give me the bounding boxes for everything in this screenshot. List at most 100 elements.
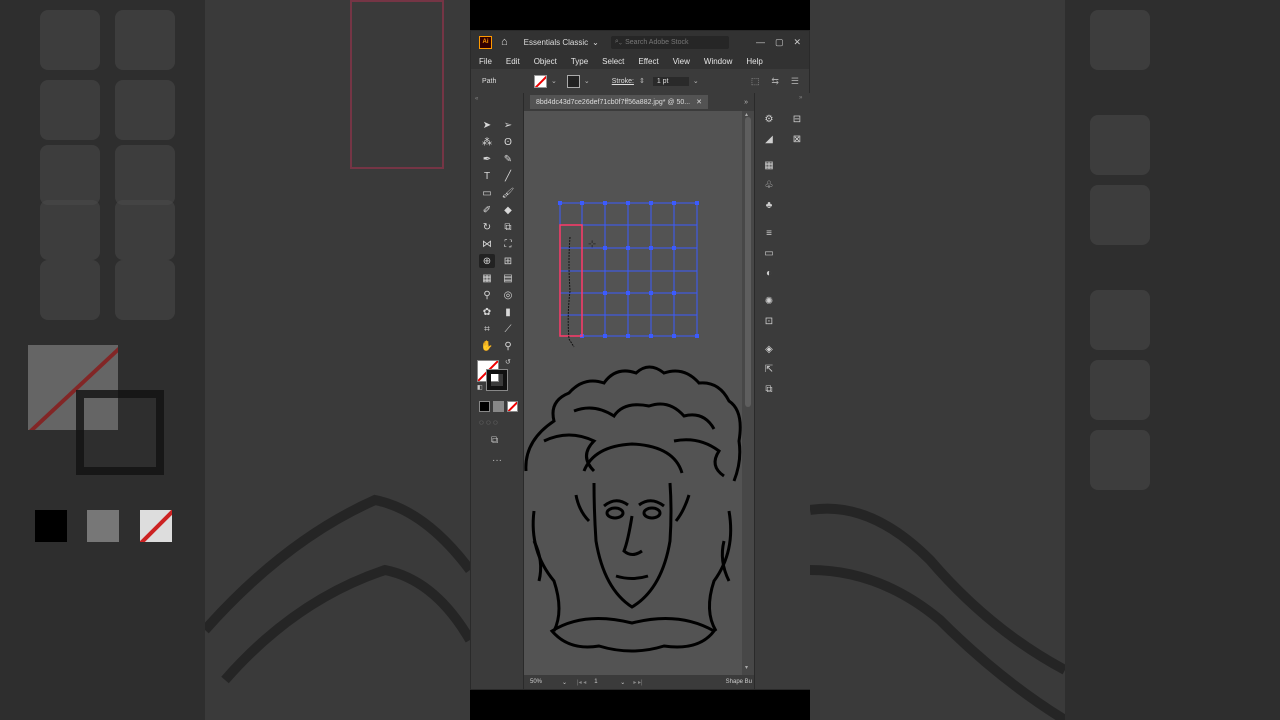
scroll-down-icon[interactable]: ▾ bbox=[745, 664, 748, 671]
menu-object[interactable]: Object bbox=[527, 57, 564, 66]
artboard-nav-last-icon[interactable]: ▸ ▸| bbox=[633, 679, 642, 686]
chevron-down-icon[interactable]: ⌄ bbox=[551, 77, 557, 85]
rectangle-tool-icon[interactable]: ▭ bbox=[479, 186, 495, 200]
minimize-icon[interactable]: — bbox=[756, 37, 765, 48]
menu-select[interactable]: Select bbox=[595, 57, 631, 66]
menu-edit[interactable]: Edit bbox=[499, 57, 527, 66]
background-icon bbox=[40, 260, 100, 320]
symbols-icon[interactable]: ♣ bbox=[762, 199, 776, 211]
shape-builder-tool-icon[interactable]: ⊕ bbox=[479, 254, 495, 268]
more-tools-icon[interactable]: ··· bbox=[492, 455, 502, 466]
transform-panel-icon[interactable]: ⊡ bbox=[762, 315, 776, 327]
tab-overflow-icon[interactable]: » bbox=[744, 99, 748, 106]
zoom-tool-icon[interactable]: ⚲ bbox=[500, 339, 516, 353]
color-mode-icon[interactable] bbox=[479, 401, 490, 412]
fill-none-swatch[interactable] bbox=[534, 74, 547, 88]
menu-view[interactable]: View bbox=[666, 57, 697, 66]
perspective-grid-tool-icon[interactable]: ⊞ bbox=[500, 254, 516, 268]
properties-icon[interactable]: ⊟ bbox=[790, 113, 804, 125]
artboards-icon[interactable]: ⧉ bbox=[762, 383, 776, 395]
app-logo: Ai bbox=[479, 35, 492, 49]
export-icon[interactable]: ⇱ bbox=[762, 363, 776, 375]
blend-tool-icon[interactable]: ◎ bbox=[500, 288, 516, 302]
panel-menu-icon[interactable]: ☰ bbox=[791, 76, 799, 87]
chevron-down-icon[interactable]: ⌄ bbox=[562, 679, 567, 686]
artboard-nav-first-icon[interactable]: |◂ ◂ bbox=[577, 679, 586, 686]
document-tab-title: 8bd4dc43d7ce26def71cb0f7ff56a882.jpg* @ … bbox=[536, 98, 691, 106]
type-tool-icon[interactable]: T bbox=[479, 169, 495, 183]
eyedropper-tool-icon[interactable]: ⚲ bbox=[479, 288, 495, 302]
stroke-label[interactable]: Stroke: bbox=[612, 78, 634, 85]
artboard-tool-icon[interactable]: ⌗ bbox=[479, 322, 495, 336]
zoom-level-field[interactable]: 50% bbox=[530, 679, 552, 685]
canvas-area[interactable]: ⊹ bbox=[524, 111, 742, 675]
title-bar: Ai ⌂ Essentials Classic ⌄ ⌕⌄ Search Adob… bbox=[471, 31, 809, 53]
color-guide-icon[interactable]: ⚙ bbox=[762, 113, 776, 125]
swatches-icon[interactable]: ▦ bbox=[762, 159, 776, 171]
shaper-tool-icon[interactable]: ✐ bbox=[479, 203, 495, 217]
magic-wand-tool-icon[interactable]: ⁂ bbox=[479, 135, 495, 149]
align-icon[interactable]: ⬚ bbox=[751, 76, 760, 87]
graphic-styles-icon[interactable]: ✺ bbox=[762, 295, 776, 307]
hand-tool-icon[interactable]: ✋ bbox=[479, 339, 495, 353]
transparency-icon[interactable]: ◐ bbox=[762, 267, 776, 279]
libraries-icon[interactable]: ⊠ bbox=[790, 133, 804, 145]
brushes-icon[interactable]: ♧ bbox=[762, 179, 776, 191]
scrollbar-thumb[interactable] bbox=[745, 117, 751, 407]
menu-help[interactable]: Help bbox=[739, 57, 769, 66]
stroke-weight-field[interactable]: 1 pt bbox=[652, 76, 689, 86]
menu-effect[interactable]: Effect bbox=[631, 57, 665, 66]
pen-tool-icon[interactable]: ✒ bbox=[479, 152, 495, 166]
symbol-sprayer-tool-icon[interactable]: ✿ bbox=[479, 305, 495, 319]
workspace-switcher[interactable]: Essentials Classic ⌄ bbox=[524, 38, 599, 47]
maximize-icon[interactable]: ▢ bbox=[775, 37, 784, 48]
background-left-blur bbox=[0, 0, 470, 720]
width-tool-icon[interactable]: ⋈ bbox=[479, 237, 495, 251]
swap-colors-icon[interactable]: ↺ bbox=[505, 358, 511, 366]
expand-panels-icon[interactable]: » bbox=[799, 95, 802, 101]
chevron-down-icon[interactable]: ⌄ bbox=[620, 679, 625, 686]
document-tab[interactable]: 8bd4dc43d7ce26def71cb0f7ff56a882.jpg* @ … bbox=[530, 95, 708, 109]
layers-icon[interactable]: ◈ bbox=[762, 343, 776, 355]
paintbrush-tool-icon[interactable]: 🖌 bbox=[500, 186, 516, 200]
column-graph-tool-icon[interactable]: ▮ bbox=[500, 305, 516, 319]
curvature-tool-icon[interactable]: ✎ bbox=[500, 152, 516, 166]
selection-tool-icon[interactable]: ➤ bbox=[479, 118, 495, 132]
menu-window[interactable]: Window bbox=[697, 57, 739, 66]
free-transform-tool-icon[interactable]: ⛶ bbox=[500, 237, 516, 251]
stroke-panel-icon[interactable]: ≡ bbox=[762, 227, 776, 239]
home-icon[interactable]: ⌂ bbox=[501, 36, 508, 48]
menu-file[interactable]: File bbox=[471, 57, 499, 66]
gradient-panel-icon[interactable]: ▭ bbox=[762, 247, 776, 259]
mesh-tool-icon[interactable]: ▦ bbox=[479, 271, 495, 285]
slice-tool-icon[interactable]: ⟋ bbox=[500, 322, 516, 336]
selection-highlight bbox=[559, 224, 583, 337]
lasso-tool-icon[interactable]: ʘ bbox=[500, 135, 516, 149]
vertical-scrollbar[interactable]: ▴ ▾ bbox=[742, 111, 754, 675]
stroke-stepper-icon[interactable]: ⇕ bbox=[639, 77, 645, 85]
gradient-tool-icon[interactable]: ▤ bbox=[500, 271, 516, 285]
artboard-number-field[interactable]: 1 bbox=[594, 679, 614, 685]
screen-mode-icon[interactable]: ⧉ bbox=[491, 435, 498, 446]
collapse-icon[interactable]: « bbox=[475, 96, 478, 102]
menu-type[interactable]: Type bbox=[564, 57, 595, 66]
direct-selection-tool-icon[interactable]: ➢ bbox=[500, 118, 516, 132]
chevron-down-icon[interactable]: ⌄ bbox=[693, 77, 699, 85]
stroke-swatch[interactable] bbox=[486, 369, 508, 391]
close-icon[interactable]: ✕ bbox=[696, 98, 702, 106]
eraser-tool-icon[interactable]: ◆ bbox=[500, 203, 516, 217]
stroke-color-swatch[interactable] bbox=[566, 74, 580, 88]
gradient-mode-icon[interactable] bbox=[493, 401, 504, 412]
chevron-down-icon[interactable]: ⌄ bbox=[584, 77, 590, 85]
none-mode-icon[interactable] bbox=[507, 401, 518, 412]
line-segment-tool-icon[interactable]: ╱ bbox=[500, 169, 516, 183]
transform-icon[interactable]: ⇆ bbox=[771, 76, 779, 87]
stock-search-input[interactable]: ⌕⌄ Search Adobe Stock bbox=[610, 35, 729, 49]
scale-tool-icon[interactable]: ⧉ bbox=[500, 220, 516, 234]
appearance-icon[interactable]: ◢ bbox=[762, 133, 776, 145]
close-icon[interactable]: ✕ bbox=[793, 37, 801, 48]
default-colors-icon[interactable]: ◧ bbox=[477, 384, 483, 391]
medusa-head-art bbox=[524, 365, 742, 653]
rotate-tool-icon[interactable]: ↻ bbox=[479, 220, 495, 234]
draw-normal-icon[interactable]: ◌ ◌ ◌ bbox=[479, 418, 498, 427]
